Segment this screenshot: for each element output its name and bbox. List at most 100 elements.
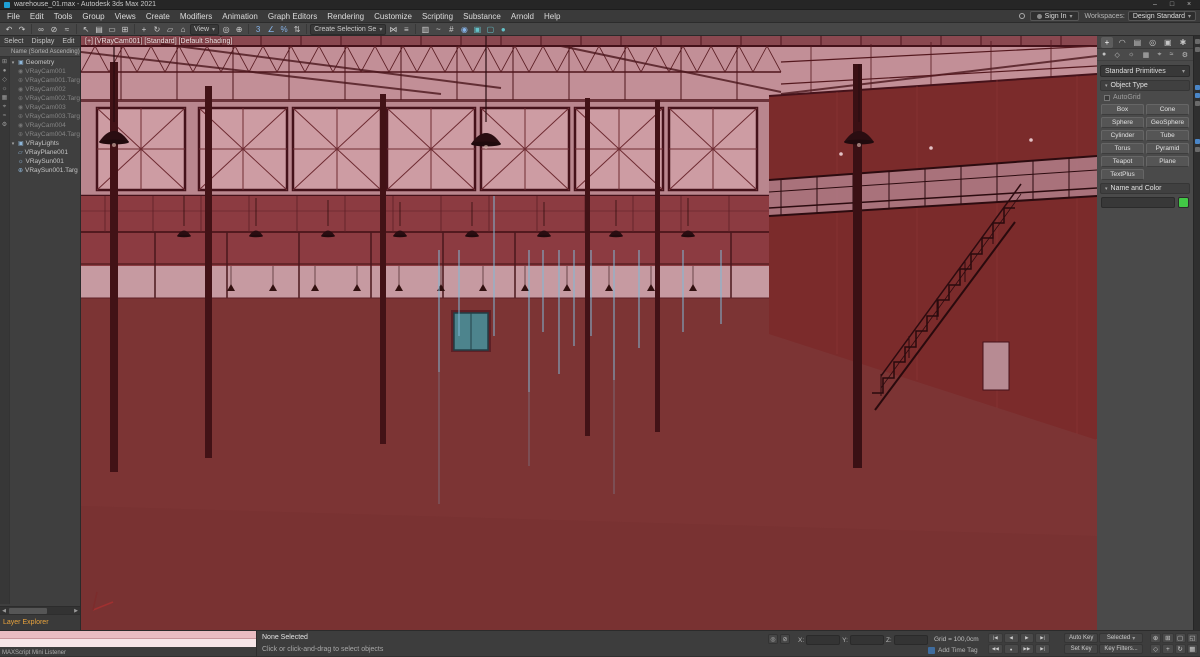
se-menu-display[interactable]: Display <box>27 38 58 45</box>
align-icon[interactable]: ≡ <box>400 24 412 35</box>
dock-icon-4[interactable] <box>1195 93 1200 98</box>
auto-key-button[interactable]: Auto Key <box>1064 633 1098 643</box>
menu-file[interactable]: File <box>2 10 25 22</box>
select-by-name-icon[interactable]: ▤ <box>93 24 105 35</box>
primitive-cone-button[interactable]: Cone <box>1146 104 1189 115</box>
menu-group[interactable]: Group <box>77 10 109 22</box>
modify-tab-icon[interactable]: ◠ <box>1116 37 1128 48</box>
motion-tab-icon[interactable]: ◎ <box>1147 37 1159 48</box>
explorer-row-vraycam003-targ[interactable]: ⊕VRayCam003.Targ <box>10 112 80 121</box>
set-key-button[interactable]: Set Key <box>1064 644 1098 654</box>
previous-frame-button[interactable]: ◀ <box>1004 633 1019 643</box>
menu-modifiers[interactable]: Modifiers <box>175 10 217 22</box>
dock-icon-6[interactable] <box>1195 139 1200 144</box>
se-menu-edit[interactable]: Edit <box>58 38 78 45</box>
display-helpers-icon[interactable]: ⌖ <box>3 104 6 110</box>
use-pivot-center-icon[interactable]: ◎ <box>220 24 232 35</box>
menu-edit[interactable]: Edit <box>25 10 49 22</box>
primitive-torus-button[interactable]: Torus <box>1101 143 1144 154</box>
next-frame-button[interactable]: ▶| <box>1035 633 1050 643</box>
menu-create[interactable]: Create <box>141 10 175 22</box>
primitive-cylinder-button[interactable]: Cylinder <box>1101 130 1144 141</box>
select-and-move-icon[interactable]: + <box>138 24 150 35</box>
name-and-color-rollout[interactable]: ▾ Name and Color <box>1100 183 1190 194</box>
viewport-label-menus[interactable]: [+] [VRayCam001] [Standard] [Default Sha… <box>85 38 232 45</box>
object-name-field[interactable] <box>1101 197 1175 208</box>
primitive-box-button[interactable]: Box <box>1101 104 1144 115</box>
field-of-view-icon[interactable]: ◇ <box>1150 644 1161 654</box>
dock-icon-1[interactable] <box>1195 39 1200 44</box>
key-filters-button[interactable]: Key Filters... <box>1099 644 1142 654</box>
primitive-sphere-button[interactable]: Sphere <box>1101 117 1144 128</box>
primitive-category-dropdown[interactable]: Standard Primitives <box>1100 65 1190 77</box>
select-and-scale-icon[interactable]: ▱ <box>164 24 176 35</box>
display-shapes-icon[interactable]: ◇ <box>2 77 7 83</box>
display-cameras-icon[interactable]: ▦ <box>2 95 8 101</box>
explorer-row-geometry[interactable]: ▾▣Geometry <box>10 58 80 67</box>
primitive-tube-button[interactable]: Tube <box>1146 130 1189 141</box>
percent-snap-icon[interactable]: % <box>278 24 290 35</box>
explorer-row-vraycam001-targ[interactable]: ⊕VRayCam001.Targ <box>10 76 80 85</box>
display-tab-icon[interactable]: ▣ <box>1162 37 1174 48</box>
menu-customize[interactable]: Customize <box>369 10 417 22</box>
create-tab-icon[interactable]: + <box>1101 37 1113 48</box>
expand-arrow-icon[interactable]: ▾ <box>10 141 16 147</box>
display-all-icon[interactable]: ⊞ <box>2 59 7 65</box>
se-horizontal-scrollbar[interactable]: ◀ ▶ <box>0 606 80 614</box>
snap-toggle-3d-icon[interactable]: 3 <box>252 24 264 35</box>
workspace-dropdown[interactable]: Design Standard <box>1128 11 1196 21</box>
previous-key-button[interactable]: ◀◀ <box>988 644 1003 654</box>
add-time-tag[interactable]: Add Time Tag <box>928 647 978 654</box>
angle-snap-icon[interactable]: ∠ <box>265 24 277 35</box>
explorer-row-vraysun001-targ[interactable]: ⊕VRaySun001.Targ <box>10 166 80 175</box>
cameras-category-icon[interactable]: ▦ <box>1143 51 1150 59</box>
curve-editor-icon[interactable]: ~ <box>432 24 444 35</box>
display-spacewarps-icon[interactable]: ≈ <box>3 113 6 119</box>
listener-input-field[interactable] <box>0 638 256 647</box>
undo-icon[interactable]: ↶ <box>3 24 15 35</box>
dock-icon-7[interactable] <box>1195 147 1200 152</box>
select-and-rotate-icon[interactable]: ↻ <box>151 24 163 35</box>
render-production-icon[interactable]: ● <box>497 24 509 35</box>
utilities-tab-icon[interactable]: ✱ <box>1177 37 1189 48</box>
scroll-right-icon[interactable]: ▶ <box>72 608 80 614</box>
macro-recorder-field[interactable] <box>0 631 256 638</box>
schematic-view-icon[interactable]: # <box>445 24 457 35</box>
autogrid-checkbox[interactable] <box>1104 95 1110 101</box>
explorer-row-vraycam001[interactable]: ◉VRayCam001 <box>10 67 80 76</box>
material-editor-icon[interactable]: ◉ <box>458 24 470 35</box>
explorer-row-vrayplane001[interactable]: ▱VRayPlane001 <box>10 148 80 157</box>
coord-system-dropdown[interactable]: View <box>190 24 219 35</box>
y-coordinate-field[interactable] <box>850 635 884 645</box>
select-and-link-icon[interactable]: ∞ <box>35 24 47 35</box>
viewport-canvas[interactable] <box>81 36 1097 630</box>
menu-graph-editors[interactable]: Graph Editors <box>263 10 322 22</box>
menu-rendering[interactable]: Rendering <box>322 10 369 22</box>
viewport[interactable]: [+] [VRayCam001] [Standard] [Default Sha… <box>81 36 1097 630</box>
explorer-row-vraycam002[interactable]: ◉VRayCam002 <box>10 85 80 94</box>
zoom-icon[interactable]: ⊕ <box>1150 633 1161 643</box>
search-icon[interactable] <box>1019 13 1025 19</box>
unlink-selection-icon[interactable]: ⊘ <box>48 24 60 35</box>
rendered-frame-window-icon[interactable]: ▢ <box>484 24 496 35</box>
primitive-pyramid-button[interactable]: Pyramid <box>1146 143 1189 154</box>
key-selection-dropdown[interactable]: Selected <box>1099 633 1142 643</box>
selection-lock-icon[interactable]: ⊘ <box>780 634 790 644</box>
render-setup-icon[interactable]: ▣ <box>471 24 483 35</box>
menu-arnold[interactable]: Arnold <box>506 10 539 22</box>
primitive-teapot-button[interactable]: Teapot <box>1101 156 1144 167</box>
key-mode-button[interactable]: ● <box>1004 644 1019 654</box>
geometry-category-icon[interactable]: ● <box>1102 51 1106 58</box>
dock-icon-3[interactable] <box>1195 85 1200 90</box>
close-button[interactable]: × <box>1182 0 1196 9</box>
explorer-row-vraycam002-targ[interactable]: ⊕VRayCam002.Targ <box>10 94 80 103</box>
explorer-row-vraylights[interactable]: ▾▣VRayLights <box>10 139 80 148</box>
object-color-swatch[interactable] <box>1178 197 1189 208</box>
explorer-row-vraycam004[interactable]: ◉VRayCam004 <box>10 121 80 130</box>
display-geometry-icon[interactable]: ● <box>3 68 7 74</box>
window-crossing-icon[interactable]: ⊞ <box>119 24 131 35</box>
zoom-extents-icon[interactable]: ▢ <box>1175 633 1186 643</box>
menu-help[interactable]: Help <box>539 10 565 22</box>
lights-category-icon[interactable]: ☼ <box>1128 51 1134 58</box>
maximize-button[interactable]: □ <box>1165 0 1179 9</box>
